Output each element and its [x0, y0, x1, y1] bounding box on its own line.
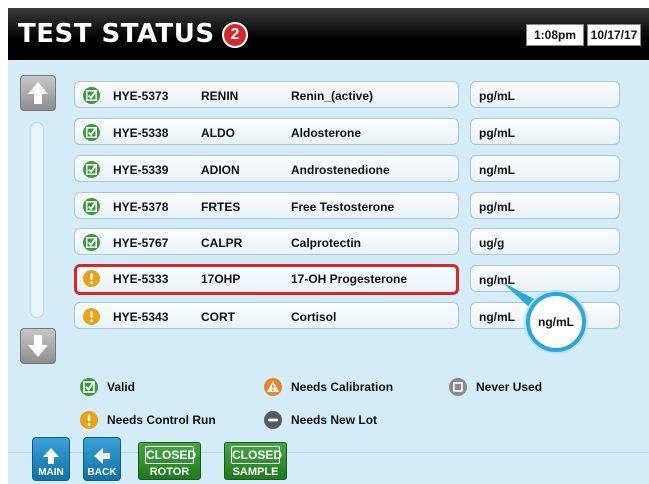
rotor-status: CLOSED — [145, 446, 197, 464]
legend-label: Needs Calibration — [291, 380, 394, 394]
clock-date: 10/17/17 — [587, 24, 641, 46]
back-button-label: BACK — [87, 467, 117, 478]
minus-circle-icon — [264, 411, 282, 429]
empty-square-icon — [449, 378, 467, 396]
checkbox-check-icon — [80, 378, 98, 396]
legend-needs-control-run: Needs Control Run — [80, 411, 216, 429]
page-title: TEST STATUS — [18, 19, 215, 49]
back-button[interactable]: BACK — [83, 437, 121, 481]
arrow-left-icon — [94, 448, 110, 464]
closed-rotor-button[interactable]: CLOSED ROTOR — [138, 442, 201, 480]
test-status-panel: HYE-5373 RENIN Renin_(active) pg/mL HYE-… — [8, 60, 649, 484]
legend-label: Needs New Lot — [291, 413, 378, 427]
legend-label: Valid — [107, 380, 136, 394]
legend-label: Needs Control Run — [107, 413, 216, 427]
unit-magnifier-callout: ng/mL — [526, 292, 586, 352]
closed-sample-button[interactable]: CLOSED SAMPLE — [224, 442, 287, 480]
main-button-label: MAIN — [38, 467, 64, 478]
clock-time: 1:08pm — [526, 24, 584, 46]
legend-needs-new-lot: Needs New Lot — [264, 411, 377, 429]
legend-valid: Valid — [80, 378, 135, 396]
legend-never-used: Never Used — [449, 378, 542, 396]
rotor-label: ROTOR — [149, 466, 190, 478]
header-bar: TEST STATUS 2 1:08pm 10/17/17 — [8, 8, 649, 60]
alert-count-badge: 2 — [222, 22, 248, 48]
legend-label: Never Used — [476, 380, 543, 394]
exclamation-circle-icon — [80, 411, 98, 429]
sample-status: CLOSED — [231, 446, 283, 464]
legend-needs-calibration: Needs Calibration — [264, 378, 393, 396]
arrow-up-icon — [43, 448, 59, 464]
main-button[interactable]: MAIN — [32, 437, 70, 481]
warning-triangle-icon — [264, 378, 282, 396]
sample-label: SAMPLE — [232, 466, 279, 478]
